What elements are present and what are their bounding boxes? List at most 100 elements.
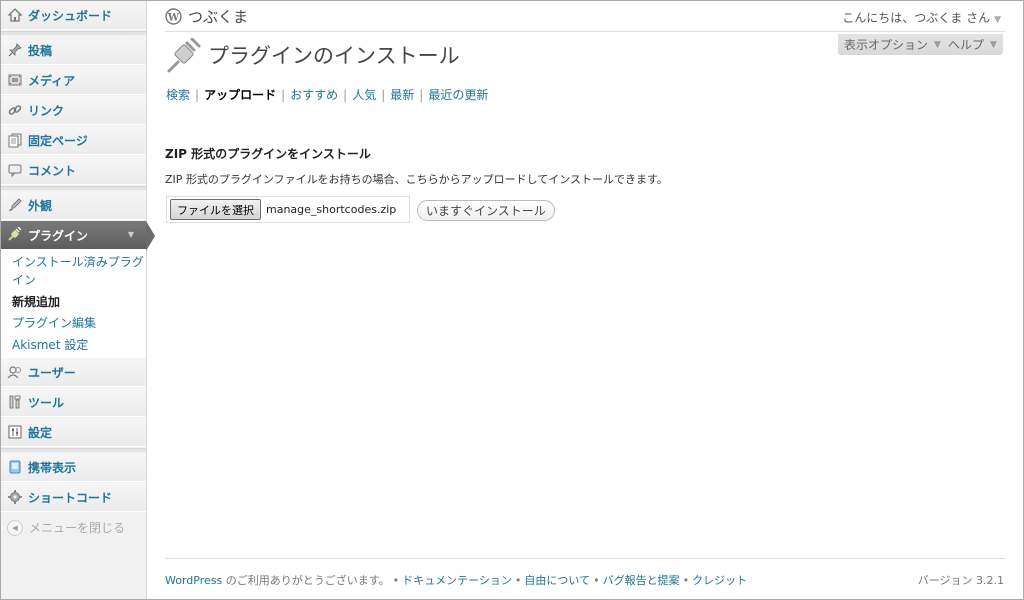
subnav-divider: | [281,87,286,102]
feedback-link[interactable]: バグ報告と提案 [603,574,680,587]
menu-separator [1,31,146,35]
menu-tools[interactable]: ツール [1,388,146,417]
help-label: ヘルプ [948,38,985,52]
section-description: ZIP 形式のプラグインファイルをお持ちの場合、こちらからアップロードしてインス… [165,173,668,186]
submenu-label-line2: イン [12,273,37,287]
footer-divider [165,558,1005,559]
subnav-featured[interactable]: おすすめ [290,86,338,103]
menu-label: 固定ページ [28,133,88,148]
user-greeting[interactable]: こんにちは、つぶくま さん ▼ [842,9,1001,26]
plugin-icon [166,37,202,77]
menu-label: 携帯表示 [28,460,77,475]
menu-links[interactable]: リンク [1,96,146,125]
install-subnav: 検索 | アップロード | おすすめ | 人気 | 最新 | 最近の更新 [166,86,488,103]
choose-file-button[interactable]: ファイルを選択 [170,199,261,220]
menu-label: ツール [28,395,65,410]
section-title: ZIP 形式のプラグインをインストール [165,147,371,161]
install-now-button[interactable]: いますぐインストール [417,200,555,221]
menu-plugins[interactable]: プラグイン ▼ [1,221,155,251]
menu-comments[interactable]: コメント [1,156,146,185]
submenu-installed-plugins[interactable]: インストール済みプラグ イン [12,253,144,289]
menu-pages[interactable]: 固定ページ [1,126,146,155]
bullet: • [682,574,690,587]
menu-label: 設定 [28,425,53,440]
file-upload-field[interactable]: ファイルを選択 manage_shortcodes.zip [166,196,410,223]
menu-label: ユーザー [28,365,76,380]
page-title: プラグインのインストール [208,44,460,68]
menu-separator [1,186,146,190]
subnav-divider: | [343,87,348,102]
window-frame [0,0,1024,600]
subnav-search[interactable]: 検索 [166,86,190,103]
svg-text:W: W [167,12,180,23]
collapse-menu-label: メニューを閉じる [29,521,126,535]
menu-dashboard[interactable]: ダッシュボード [1,1,146,30]
menu-settings[interactable]: 設定 [1,418,146,447]
submenu-akismet-settings[interactable]: Akismet 設定 [12,336,88,354]
mobile-icon [4,459,26,475]
subnav-newest[interactable]: 最新 [390,86,414,103]
chevron-down-icon: ▼ [994,15,1001,25]
submenu-plugin-editor[interactable]: プラグイン編集 [12,314,96,332]
subnav-divider: | [419,87,424,102]
tools-icon [4,394,26,410]
bullet: • [593,574,600,587]
plugins-submenu: インストール済みプラグ イン 新規追加 プラグイン編集 Akismet 設定 [1,249,146,358]
help-button[interactable]: ヘルプ ▼ [942,34,1003,55]
link-icon [4,102,26,118]
menu-label: ショートコード [28,490,113,505]
wordpress-link[interactable]: WordPress [165,574,222,587]
menu-shortcodes[interactable]: ショートコード [1,483,146,512]
menu-mobile[interactable]: 携帯表示 [1,453,146,482]
bullet: • [514,574,522,587]
pin-icon [4,42,26,58]
subnav-upload[interactable]: アップロード [204,86,276,103]
freedoms-link[interactable]: 自由について [524,574,590,587]
chevron-down-icon: ▼ [990,39,997,50]
subnav-recently-updated[interactable]: 最近の更新 [428,86,488,103]
menu-label: コメント [28,163,77,178]
greeting-text: こんにちは、つぶくま さん [842,11,991,25]
pages-icon [4,132,26,148]
thanks-text: のご利用ありがとうございます。 [222,574,390,587]
menu-appearance[interactable]: 外観 [1,191,146,220]
menu-label: プラグイン [28,228,89,243]
menu-label: 投稿 [28,43,53,58]
menu-posts[interactable]: 投稿 [1,36,146,65]
credits-link[interactable]: クレジット [692,574,747,587]
menu-label: リンク [28,103,65,118]
comment-icon [4,162,26,178]
version-info: バージョン 3.2.1 [917,574,1004,587]
documentation-link[interactable]: ドキュメンテーション [402,574,512,587]
menu-users[interactable]: ユーザー [1,358,146,387]
submenu-add-new[interactable]: 新規追加 [12,293,60,311]
chevron-left-icon: ◀ [7,519,23,536]
appearance-icon [4,197,26,213]
site-title[interactable]: つぶくま [188,6,248,27]
bullet: • [392,574,400,587]
admin-sidebar: ダッシュボード 投稿 メディア リンク 固定ページ コメント 外観 プラグイン … [1,1,155,599]
menu-separator [1,448,146,452]
selected-file-name: manage_shortcodes.zip [266,203,397,216]
wordpress-logo-icon[interactable]: W [165,7,182,25]
footer-thanks: WordPress のご利用ありがとうございます。 • ドキュメンテーション • 自由に… [165,572,747,588]
screen-options-button[interactable]: 表示オプション ▼ [838,34,947,55]
chevron-down-icon[interactable]: ▼ [128,230,134,239]
menu-label: ダッシュボード [28,8,113,23]
media-icon [4,72,26,88]
gear-icon [4,489,26,505]
submenu-label-line1: インストール済みプラグ [12,255,144,269]
users-icon [4,364,26,380]
subnav-popular[interactable]: 人気 [352,86,376,103]
menu-media[interactable]: メディア [1,66,146,95]
subnav-divider: | [195,87,200,102]
subnav-divider: | [381,87,386,102]
menu-label: メディア [28,73,76,88]
collapse-menu-button[interactable]: ◀ メニューを閉じる [7,519,125,536]
dashboard-icon [4,7,26,23]
menu-label: 外観 [28,198,53,213]
chevron-down-icon: ▼ [934,39,941,50]
screen-options-label: 表示オプション [844,38,929,52]
settings-icon [4,424,26,440]
site-header: W つぶくま こんにちは、つぶくま さん ▼ [165,1,1005,32]
